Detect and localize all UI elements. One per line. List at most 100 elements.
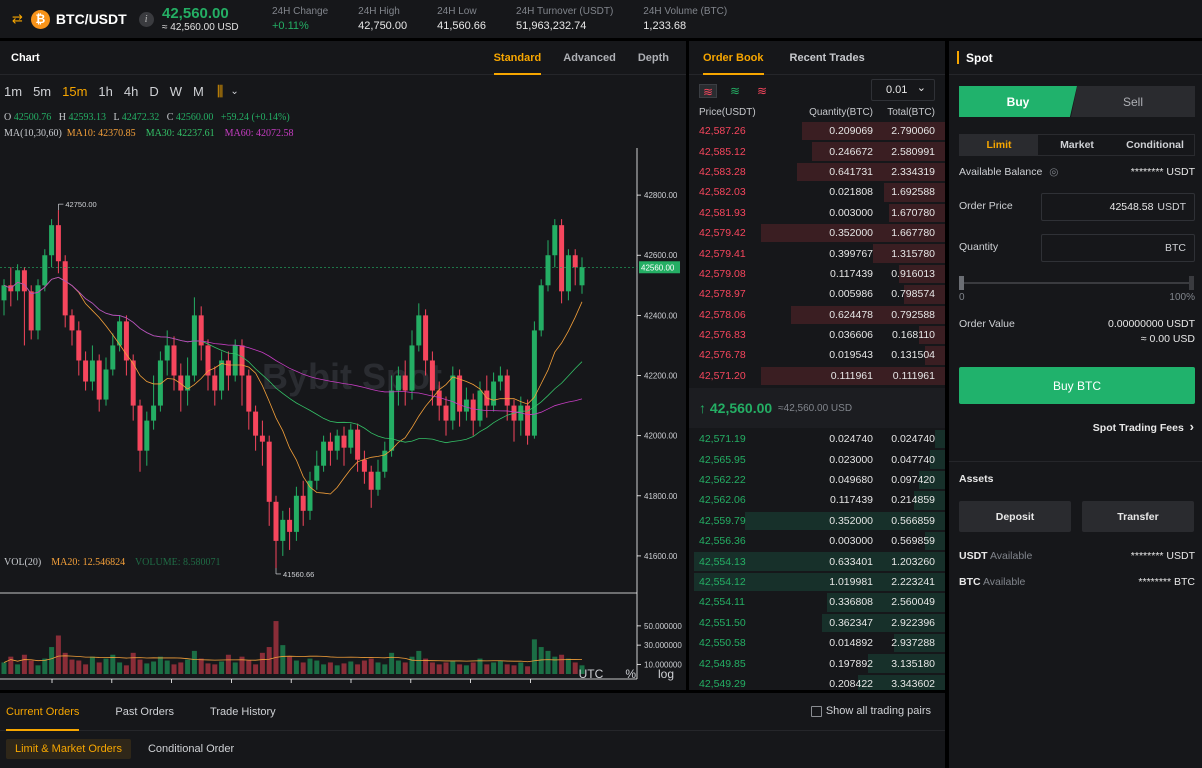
row-price: 42,583.28 [699, 165, 746, 178]
timeframe-m[interactable]: M [193, 84, 204, 99]
row-price: 42,559.79 [699, 514, 746, 527]
timeframe-1h[interactable]: 1h [98, 84, 112, 99]
volume-bar [334, 665, 340, 674]
ask-row[interactable]: 42,587.26 0.209069 2.790060 [689, 121, 945, 141]
hide-balance-icon[interactable]: ◎ [1049, 166, 1058, 178]
subtab-limit-market[interactable]: Limit & Market Orders [6, 739, 131, 759]
row-total: 2.580991 [891, 145, 935, 158]
order-type-limit[interactable]: Limit [960, 135, 1038, 155]
volume-bar [518, 662, 524, 674]
timeframe-w[interactable]: W [170, 84, 182, 99]
deposit-button[interactable]: Deposit [959, 501, 1071, 532]
bid-row[interactable]: 42,556.36 0.003000 0.569859 [689, 531, 945, 551]
precision-select[interactable]: 0.01 ⌄ [871, 79, 935, 101]
ask-row[interactable]: 42,578.97 0.005986 0.798574 [689, 284, 945, 304]
volume-bar [49, 647, 55, 674]
bids-list: 42,571.19 0.024740 0.024740 42,565.95 0.0230… [689, 429, 945, 690]
volume-bar [361, 660, 367, 674]
book-asks-icon[interactable]: ≋ [753, 84, 771, 98]
trading-pair[interactable]: BTC/USDT [56, 11, 127, 27]
row-quantity: 0.019543 [829, 349, 873, 362]
ask-row[interactable]: 42,571.20 0.111961 0.111961 [689, 366, 945, 386]
buy-btc-button[interactable]: Buy BTC [959, 367, 1195, 404]
ask-row[interactable]: 42,585.12 0.246672 2.580991 [689, 141, 945, 161]
order-price-value: 42548.58 [1109, 201, 1154, 213]
volume-bar [212, 664, 218, 674]
row-quantity: 0.362347 [829, 616, 873, 629]
subtab-conditional[interactable]: Conditional Order [139, 739, 243, 759]
ask-row[interactable]: 42,579.08 0.117439 0.916013 [689, 264, 945, 284]
chart-tool-utc[interactable]: UTC [579, 667, 604, 681]
tab-order-book[interactable]: Order Book [703, 41, 764, 75]
chevron-down-icon[interactable]: ⌄ [230, 86, 238, 97]
book-bids-icon[interactable]: ≋ [726, 84, 744, 98]
symbol-selector[interactable]: ⇄ ₿ BTC/USDT i [0, 9, 162, 29]
volume-bar [178, 662, 184, 674]
chart-tool-percent[interactable]: % [625, 667, 636, 681]
info-icon[interactable]: i [138, 11, 154, 27]
candle-type-icon[interactable]: ⫼ [217, 83, 223, 100]
bid-row[interactable]: 42,554.12 1.019981 2.223241 [689, 572, 945, 592]
ask-row[interactable]: 42,582.03 0.021808 1.692588 [689, 182, 945, 202]
bid-row[interactable]: 42,565.95 0.023000 0.047740 [689, 449, 945, 469]
ask-row[interactable]: 42,576.83 0.036606 0.168110 [689, 325, 945, 345]
buy-tab[interactable]: Buy [959, 86, 1077, 117]
candle-body [334, 435, 340, 451]
timeframe-d[interactable]: D [149, 84, 158, 99]
timeframe-4h[interactable]: 4h [124, 84, 138, 99]
row-price: 42,578.97 [699, 288, 746, 301]
bid-row[interactable]: 42,559.79 0.352000 0.566859 [689, 511, 945, 531]
tab-depth[interactable]: Depth [638, 41, 669, 75]
quantity-slider[interactable] [959, 276, 1194, 290]
candle-body [42, 255, 48, 286]
sell-tab[interactable]: Sell [1071, 86, 1195, 117]
show-all-pairs-checkbox[interactable]: Show all trading pairs [810, 705, 931, 717]
candle-body [389, 390, 395, 451]
ask-row[interactable]: 42,579.42 0.352000 1.667780 [689, 223, 945, 243]
swap-icon[interactable]: ⇄ [12, 11, 23, 27]
chart-tool-log[interactable]: log [658, 667, 674, 681]
bid-row[interactable]: 42,549.29 0.208422 3.343602 [689, 674, 945, 690]
ask-row[interactable]: 42,576.78 0.019543 0.131504 [689, 345, 945, 365]
ask-row[interactable]: 42,579.41 0.399767 1.315780 [689, 243, 945, 263]
bid-row[interactable]: 42,554.11 0.336808 2.560049 [689, 592, 945, 612]
tab-past-orders[interactable]: Past Orders [115, 693, 174, 731]
order-type-conditional[interactable]: Conditional [1116, 135, 1194, 155]
row-quantity: 0.023000 [829, 453, 873, 466]
timeframe-5m[interactable]: 5m [33, 84, 51, 99]
bid-row[interactable]: 42,562.22 0.049680 0.097420 [689, 470, 945, 490]
ask-row[interactable]: 42,581.93 0.003000 1.670780 [689, 203, 945, 223]
tab-recent-trades[interactable]: Recent Trades [790, 41, 865, 75]
btc-available-value: ******** BTC [1138, 576, 1195, 588]
precision-value: 0.01 [886, 84, 908, 96]
candlestick-chart[interactable]: 42800.00 42600.00 42400.00 42200.00 42000.00… [0, 107, 686, 687]
quantity-input[interactable]: BTC [1041, 234, 1195, 262]
volume-bar [484, 664, 490, 674]
tab-standard[interactable]: Standard [493, 41, 541, 75]
ask-row[interactable]: 42,583.28 0.641731 2.334319 [689, 162, 945, 182]
volume-bar [164, 660, 170, 674]
bid-row[interactable]: 42,571.19 0.024740 0.024740 [689, 429, 945, 449]
tab-current-orders[interactable]: Current Orders [6, 693, 80, 731]
transfer-button[interactable]: Transfer [1082, 501, 1194, 532]
bid-row[interactable]: 42,554.13 0.633401 1.203260 [689, 551, 945, 571]
order-price-unit: USDT [1157, 201, 1186, 213]
bid-row[interactable]: 42,562.06 0.117439 0.214859 [689, 490, 945, 510]
ask-row[interactable]: 42,578.06 0.624478 0.792588 [689, 305, 945, 325]
bid-row[interactable]: 42,551.50 0.362347 2.922396 [689, 613, 945, 633]
spot-trading-fees-link[interactable]: Spot Trading Fees › [1093, 419, 1194, 434]
candle-body [504, 375, 510, 406]
tab-advanced[interactable]: Advanced [563, 41, 616, 75]
timeframe-15m[interactable]: 15m [62, 84, 87, 99]
order-price-input[interactable]: 42548.58 USDT [1041, 193, 1195, 221]
bid-row[interactable]: 42,550.58 0.014892 2.937288 [689, 633, 945, 653]
bid-row[interactable]: 42,549.85 0.197892 3.135180 [689, 653, 945, 673]
order-type-market[interactable]: Market [1038, 135, 1116, 155]
row-total: 2.334319 [891, 165, 935, 178]
book-both-icon[interactable]: ≋ [699, 84, 717, 99]
candle-body [355, 429, 361, 460]
timeframe-1m[interactable]: 1m [4, 84, 22, 99]
checkbox-icon[interactable] [810, 705, 822, 717]
slider-handle[interactable] [959, 276, 964, 290]
tab-trade-history[interactable]: Trade History [210, 693, 276, 731]
